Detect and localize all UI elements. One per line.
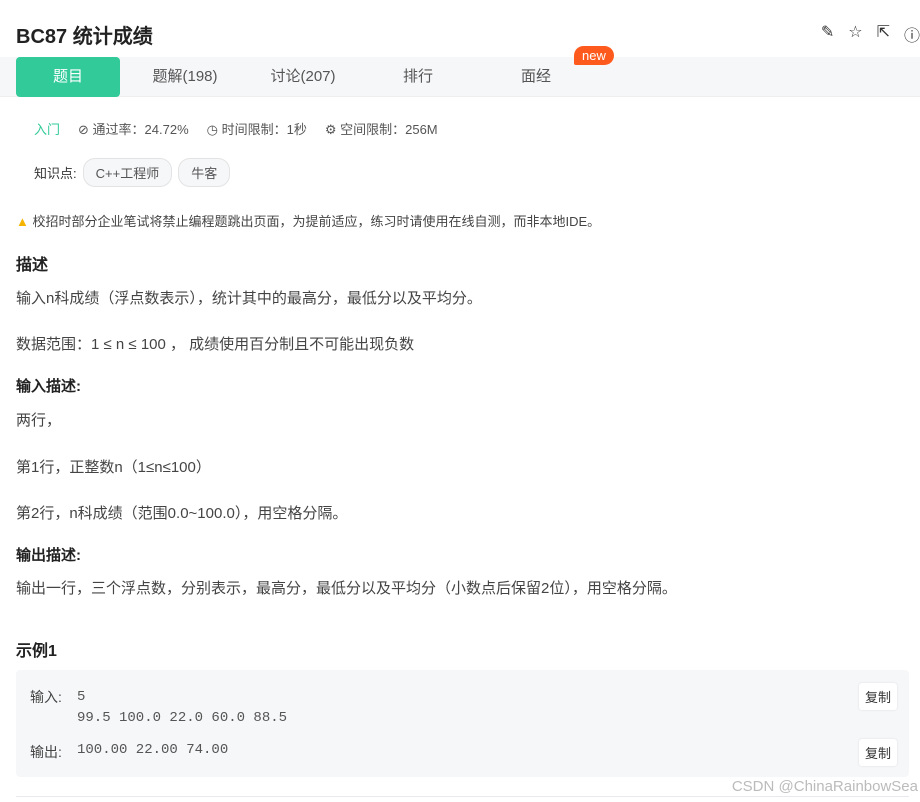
tab-problem[interactable]: 题目 <box>16 57 120 97</box>
edit-icon[interactable]: ✎ <box>821 22 834 46</box>
output-heading: 输出描述: <box>16 547 81 564</box>
time-limit: ◷ 时间限制：1秒 <box>206 122 307 137</box>
star-icon[interactable]: ☆ <box>848 22 862 46</box>
new-badge: new <box>574 46 614 65</box>
input-text: 两行， <box>16 412 62 429</box>
example-box: 输入: 5 99.5 100.0 22.0 60.0 88.5 复制 输出: 1… <box>16 670 909 777</box>
example-title: 示例1 <box>16 643 57 660</box>
tab-ranking[interactable]: 排行 <box>366 57 470 97</box>
input-label: 输入: <box>30 689 62 705</box>
tag-cpp[interactable]: C++工程师 <box>82 158 173 187</box>
share-icon[interactable]: ⇱ <box>877 22 890 46</box>
difficulty: 入门 <box>34 122 61 137</box>
page-title: BC87 统计成绩 <box>16 26 153 48</box>
tab-bar: 题目 题解(198) 讨论(207) 排行 面经 <box>0 57 920 97</box>
memory-limit: ⚙ 空间限制：256M <box>324 122 438 137</box>
warning-icon: ▲ <box>16 214 29 229</box>
watermark: CSDN @ChinaRainbowSea <box>731 778 918 795</box>
input-value: 5 99.5 100.0 22.0 60.0 88.5 <box>77 689 288 726</box>
input-text: 第2行，n科成绩（范围0.0~100.0），用空格分隔。 <box>16 505 348 522</box>
output-value: 100.00 22.00 74.00 <box>77 742 229 758</box>
tab-discussion[interactable]: 讨论(207) <box>248 57 358 97</box>
warning: ▲ 校招时部分企业笔试将禁止编程题跳出页面，为提前适应，练习时请使用在线自测，而… <box>16 214 601 229</box>
info-icon[interactable]: ⓘ <box>904 22 920 46</box>
output-label: 输出: <box>30 744 62 760</box>
output-text: 输出一行，三个浮点数，分别表示，最高分，最低分以及平均分（小数点后保留2位），用… <box>16 580 677 597</box>
knowledge-label: 知识点: <box>34 166 77 181</box>
input-heading: 输入描述: <box>16 378 81 395</box>
copy-input-button[interactable]: 复制 <box>858 683 897 710</box>
description-text: 输入n科成绩（浮点数表示），统计其中的最高分，最低分以及平均分。 <box>16 290 482 307</box>
description-heading: 描述 <box>16 257 49 274</box>
tag-nowcoder[interactable]: 牛客 <box>178 158 231 187</box>
pass-rate: ⊘ 通过率：24.72% <box>78 122 189 137</box>
input-text: 第1行，正整数n（1≤n≤100） <box>16 459 211 476</box>
copy-output-button[interactable]: 复制 <box>858 739 897 766</box>
divider <box>16 796 909 797</box>
tab-solutions[interactable]: 题解(198) <box>130 57 240 97</box>
tab-interview[interactable]: 面经 <box>484 57 588 97</box>
data-range: 数据范围：1 ≤ n ≤ 100 ， 成绩使用百分制且不可能出现负数 <box>16 336 415 353</box>
